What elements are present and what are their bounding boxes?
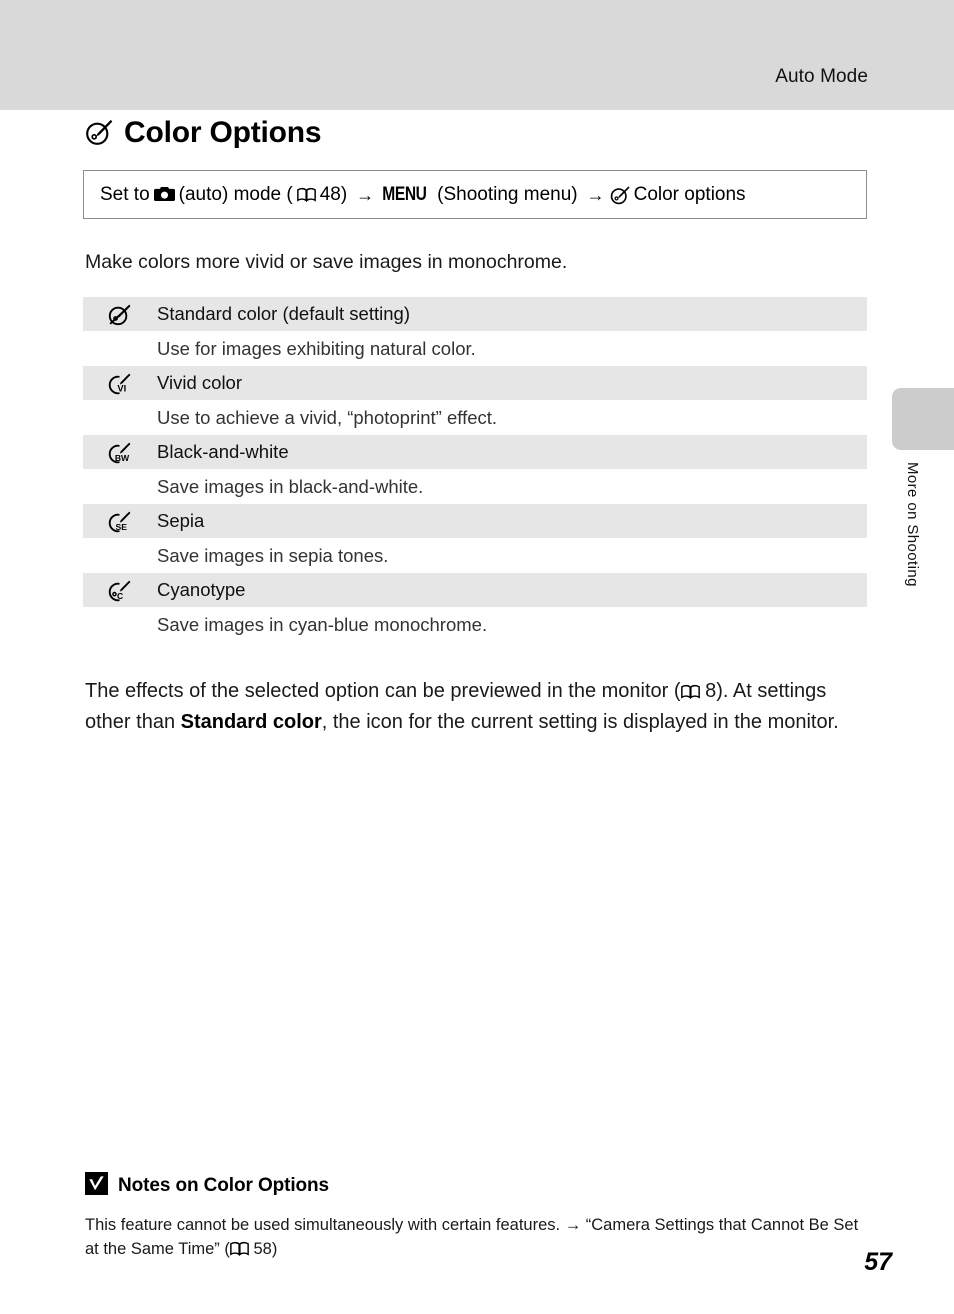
table-row: C Cyanotype bbox=[83, 573, 867, 608]
page-title: Color Options bbox=[124, 116, 322, 149]
book-icon bbox=[230, 1240, 249, 1258]
notes-title: Notes on Color Options bbox=[118, 1175, 330, 1196]
svg-text:SE: SE bbox=[115, 522, 127, 532]
option-name: Cyanotype bbox=[157, 579, 246, 601]
notes-text-part1: This feature cannot be used simultaneous… bbox=[85, 1216, 565, 1234]
table-row: VI Vivid color bbox=[83, 366, 867, 401]
menu-path-line: Set to (auto) mode ( 48) → MENU (Shootin… bbox=[96, 185, 750, 205]
notes-block: Notes on Color Options This feature cann… bbox=[85, 1172, 875, 1262]
body-paragraph: The effects of the selected option can b… bbox=[85, 676, 869, 737]
option-description: Save images in black-and-white. bbox=[157, 475, 424, 497]
side-chapter-tab-label: More on Shooting bbox=[904, 462, 921, 587]
option-name: Sepia bbox=[157, 510, 205, 532]
camera-icon bbox=[153, 185, 175, 204]
option-name: Black-and-white bbox=[157, 441, 289, 463]
color-sepia-icon: SE bbox=[83, 504, 155, 538]
color-options-table: Standard color (default setting) Use for… bbox=[83, 297, 867, 643]
table-row-description: Use for images exhibiting natural color. bbox=[83, 331, 867, 367]
color-standard-icon bbox=[83, 297, 155, 331]
table-row: SE Sepia bbox=[83, 504, 867, 539]
page-header-band bbox=[0, 0, 954, 110]
table-row-description: Save images in black-and-white. bbox=[83, 469, 867, 505]
intro-paragraph: Make colors more vivid or save images in… bbox=[85, 251, 568, 273]
menu-path-box: Set to (auto) mode ( 48) → MENU (Shootin… bbox=[83, 170, 867, 219]
svg-text:C: C bbox=[116, 591, 122, 601]
color-cyanotype-icon: C bbox=[83, 573, 155, 607]
book-icon bbox=[680, 680, 700, 702]
body-text-part2: , the icon for the current setting is di… bbox=[321, 710, 839, 733]
arrow-right-icon-2: → bbox=[586, 184, 605, 205]
path-auto-mode-label: (auto) mode ( bbox=[178, 184, 293, 205]
option-name: Vivid color bbox=[157, 372, 243, 394]
path-prefix-label: Set to bbox=[100, 184, 150, 205]
arrow-right-icon-notes: → bbox=[564, 1216, 582, 1234]
table-row-description: Save images in sepia tones. bbox=[83, 538, 867, 574]
option-description: Save images in cyan-blue monochrome. bbox=[157, 613, 488, 635]
page-content: Color Options Set to (auto) mode ( 48) →… bbox=[83, 118, 867, 747]
section-heading: Color Options bbox=[85, 118, 867, 148]
color-bw-icon: BW bbox=[83, 435, 155, 469]
notes-body: This feature cannot be used simultaneous… bbox=[85, 1214, 875, 1262]
option-name: Standard color (default setting) bbox=[157, 303, 410, 325]
menu-button-label: MENU bbox=[382, 184, 427, 205]
table-row-description: Use to achieve a vivid, “photoprint” eff… bbox=[83, 400, 867, 436]
side-chapter-tab bbox=[892, 388, 954, 450]
color-options-icon bbox=[85, 118, 113, 148]
running-header-title: Auto Mode bbox=[775, 66, 868, 87]
book-icon bbox=[296, 185, 316, 204]
notes-heading: Notes on Color Options bbox=[85, 1172, 875, 1200]
table-row-description: Save images in cyan-blue monochrome. bbox=[83, 607, 867, 643]
body-text-part1: The effects of the selected option can b… bbox=[85, 680, 681, 703]
table-row: BW Black-and-white bbox=[83, 435, 867, 470]
option-description: Save images in sepia tones. bbox=[157, 544, 389, 566]
option-description: Use for images exhibiting natural color. bbox=[157, 337, 476, 359]
color-options-icon-inline bbox=[610, 185, 630, 205]
notes-page-ref: 58) bbox=[253, 1239, 278, 1258]
path-shooting-menu-label: (Shooting menu) bbox=[437, 184, 578, 205]
page-number: 57 bbox=[864, 1248, 892, 1276]
color-vivid-icon: VI bbox=[83, 366, 155, 400]
path-page-ref: 48) bbox=[319, 184, 348, 205]
svg-text:BW: BW bbox=[114, 453, 129, 463]
option-description: Use to achieve a vivid, “photoprint” eff… bbox=[157, 406, 498, 428]
svg-text:VI: VI bbox=[117, 383, 126, 393]
caution-checkmark-icon bbox=[85, 1172, 108, 1200]
table-row: Standard color (default setting) bbox=[83, 297, 867, 332]
arrow-right-icon: → bbox=[356, 184, 375, 205]
body-bold-term: Standard color bbox=[180, 710, 322, 733]
path-destination-label: Color options bbox=[633, 184, 746, 205]
